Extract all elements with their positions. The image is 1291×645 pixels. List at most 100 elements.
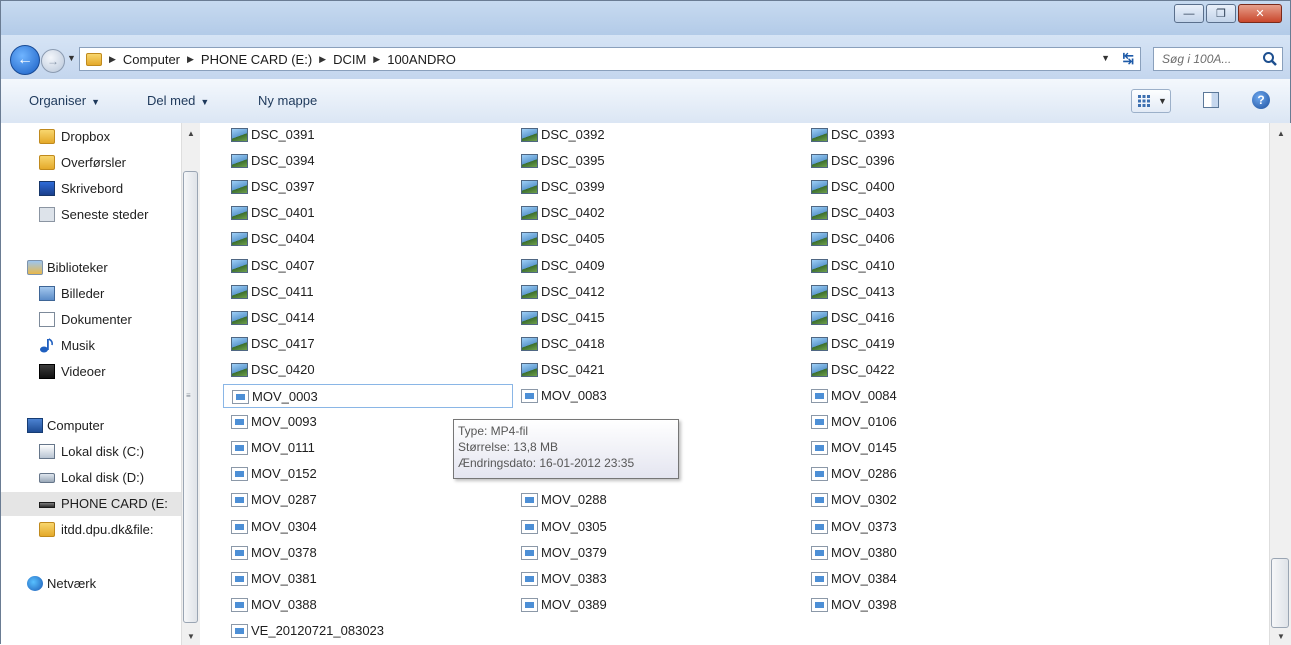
file-item[interactable]: DSC_0401: [201, 201, 461, 225]
maximize-button[interactable]: ❐: [1206, 4, 1236, 23]
back-button[interactable]: ←: [10, 45, 40, 75]
nav-item-videos[interactable]: Videoer: [1, 360, 181, 384]
scroll-down-icon[interactable]: ▼: [187, 632, 195, 641]
file-item[interactable]: DSC_0397: [201, 175, 461, 199]
file-item[interactable]: MOV_0145: [781, 436, 1041, 460]
nav-item-libraries[interactable]: Biblioteker: [1, 256, 181, 280]
file-item[interactable]: MOV_0305: [491, 515, 751, 539]
scrollbar-thumb[interactable]: [1271, 558, 1289, 628]
recent-pages-dropdown[interactable]: ▼: [67, 53, 76, 63]
file-item[interactable]: DSC_0414: [201, 306, 461, 330]
file-item[interactable]: MOV_0383: [491, 567, 751, 591]
chevron-right-icon[interactable]: ▶: [109, 54, 116, 65]
breadcrumb-100andro[interactable]: 100ANDRO: [387, 52, 456, 67]
file-item[interactable]: DSC_0406: [781, 227, 1041, 251]
file-item[interactable]: DSC_0403: [781, 201, 1041, 225]
file-item[interactable]: MOV_0302: [781, 488, 1041, 512]
nav-item-network[interactable]: Netværk: [1, 572, 181, 596]
file-item[interactable]: DSC_0402: [491, 201, 751, 225]
new-folder-button[interactable]: Ny mappe: [258, 93, 317, 108]
breadcrumb-phone-card[interactable]: PHONE CARD (E:): [201, 52, 312, 67]
file-item[interactable]: MOV_0380: [781, 541, 1041, 565]
file-item[interactable]: MOV_0111: [201, 436, 461, 460]
file-item[interactable]: DSC_0421: [491, 358, 751, 382]
address-dropdown-icon[interactable]: ▼: [1101, 53, 1110, 63]
file-item[interactable]: DSC_0395: [491, 149, 751, 173]
file-item[interactable]: DSC_0404: [201, 227, 461, 251]
scroll-up-icon[interactable]: ▲: [187, 129, 195, 138]
file-item[interactable]: DSC_0400: [781, 175, 1041, 199]
nav-item-pictures[interactable]: Billeder: [1, 282, 181, 306]
nav-item-local-disk-d[interactable]: Lokal disk (D:): [1, 466, 181, 490]
nav-item-itdd[interactable]: itdd.dpu.dk&file:: [1, 518, 181, 542]
file-item[interactable]: MOV_0389: [491, 593, 751, 617]
file-item[interactable]: MOV_0287: [201, 488, 461, 512]
nav-item-music[interactable]: Musik: [1, 334, 181, 358]
file-item[interactable]: MOV_0373: [781, 515, 1041, 539]
file-item[interactable]: MOV_0288: [491, 488, 751, 512]
file-item[interactable]: MOV_0381: [201, 567, 461, 591]
file-item[interactable]: DSC_0399: [491, 175, 751, 199]
nav-item-dropbox[interactable]: Dropbox: [1, 125, 181, 149]
chevron-right-icon[interactable]: ▶: [319, 54, 326, 65]
scroll-up-icon[interactable]: ▲: [1277, 129, 1285, 138]
file-item[interactable]: DSC_0410: [781, 254, 1041, 278]
file-item[interactable]: DSC_0409: [491, 254, 751, 278]
file-item[interactable]: DSC_0391: [201, 123, 461, 147]
close-button[interactable]: ✕: [1238, 4, 1282, 23]
breadcrumb-dcim[interactable]: DCIM: [333, 52, 366, 67]
nav-item-local-disk-c[interactable]: Lokal disk (C:): [1, 440, 181, 464]
file-item[interactable]: DSC_0420: [201, 358, 461, 382]
nav-item-desktop[interactable]: Skrivebord: [1, 177, 181, 201]
file-item[interactable]: MOV_0398: [781, 593, 1041, 617]
file-item[interactable]: DSC_0393: [781, 123, 1041, 147]
file-item[interactable]: VE_20120721_083023: [201, 619, 461, 643]
file-item[interactable]: DSC_0416: [781, 306, 1041, 330]
file-item[interactable]: MOV_0388: [201, 593, 461, 617]
chevron-right-icon[interactable]: ▶: [187, 54, 194, 65]
nav-item-recent-places[interactable]: Seneste steder: [1, 203, 181, 227]
scroll-down-icon[interactable]: ▼: [1277, 632, 1285, 641]
file-item[interactable]: MOV_0384: [781, 567, 1041, 591]
organize-button[interactable]: Organiser ▼: [29, 93, 100, 108]
help-icon[interactable]: ?: [1252, 91, 1270, 109]
file-item[interactable]: DSC_0411: [201, 280, 461, 304]
nav-item-downloads[interactable]: Overførsler: [1, 151, 181, 175]
file-item[interactable]: MOV_0286: [781, 462, 1041, 486]
file-item[interactable]: DSC_0405: [491, 227, 751, 251]
nav-item-documents[interactable]: Dokumenter: [1, 308, 181, 332]
file-item[interactable]: DSC_0415: [491, 306, 751, 330]
minimize-button[interactable]: —: [1174, 4, 1204, 23]
nav-item-computer[interactable]: Computer: [1, 414, 181, 438]
search-icon[interactable]: [1262, 51, 1278, 67]
file-item[interactable]: DSC_0419: [781, 332, 1041, 356]
file-item[interactable]: MOV_0084: [781, 384, 1041, 408]
file-item[interactable]: DSC_0418: [491, 332, 751, 356]
forward-button[interactable]: →: [41, 49, 65, 73]
file-item[interactable]: MOV_0379: [491, 541, 751, 565]
file-item[interactable]: MOV_0003: [223, 384, 513, 408]
chevron-right-icon[interactable]: ▶: [373, 54, 380, 65]
address-bar[interactable]: ▶ Computer ▶ PHONE CARD (E:) ▶ DCIM ▶ 10…: [79, 47, 1141, 71]
file-item[interactable]: DSC_0413: [781, 280, 1041, 304]
file-item[interactable]: DSC_0394: [201, 149, 461, 173]
file-item[interactable]: MOV_0106: [781, 410, 1041, 434]
file-item[interactable]: DSC_0396: [781, 149, 1041, 173]
change-view-button[interactable]: ▼: [1131, 89, 1171, 113]
refresh-icon[interactable]: ↹: [1122, 50, 1134, 67]
search-input[interactable]: Søg i 100A...: [1153, 47, 1283, 71]
file-item[interactable]: MOV_0093: [201, 410, 461, 434]
file-item[interactable]: MOV_0378: [201, 541, 461, 565]
nav-item-phone-card[interactable]: PHONE CARD (E:: [1, 492, 181, 516]
file-item[interactable]: MOV_0152: [201, 462, 461, 486]
file-item[interactable]: MOV_0304: [201, 515, 461, 539]
preview-pane-button[interactable]: [1203, 92, 1219, 108]
file-item[interactable]: DSC_0407: [201, 254, 461, 278]
file-list-scrollbar[interactable]: ▲ ▼: [1269, 123, 1291, 645]
file-item[interactable]: MOV_0083: [491, 384, 751, 408]
file-item[interactable]: DSC_0417: [201, 332, 461, 356]
breadcrumb-computer[interactable]: Computer: [123, 52, 180, 67]
navigation-pane-scrollbar[interactable]: ▲ ≡ ▼: [181, 123, 200, 645]
share-with-button[interactable]: Del med ▼: [147, 93, 209, 108]
file-item[interactable]: DSC_0412: [491, 280, 751, 304]
